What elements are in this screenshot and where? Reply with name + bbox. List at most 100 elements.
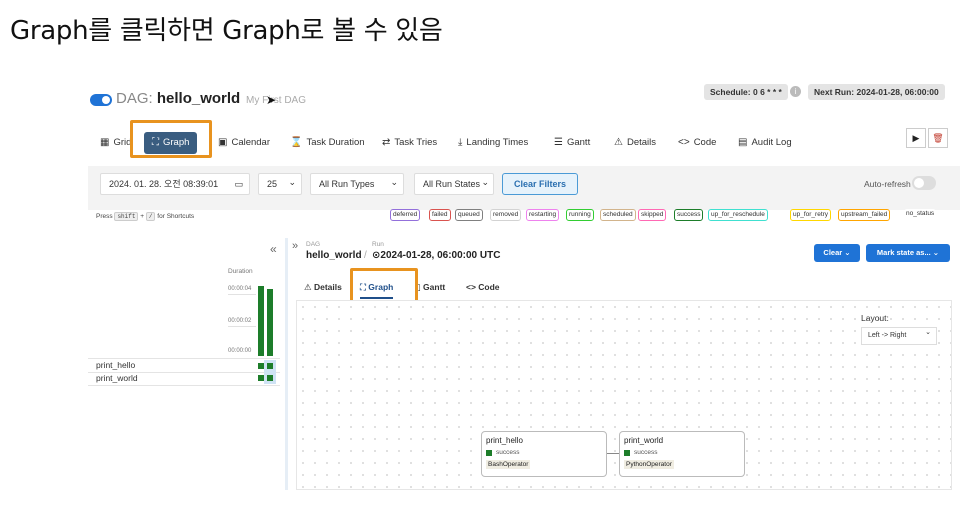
mouse-cursor-icon: ➤ [266, 93, 277, 107]
gantt-icon: ☰ [554, 137, 563, 148]
shortcut-key-slash: / [145, 212, 156, 221]
state-chip-no-status[interactable]: no_status [904, 209, 937, 221]
duration-tick: 00:00:04 [228, 286, 252, 292]
clear-filters-button[interactable]: Clear Filters [502, 173, 578, 195]
task-node-print-hello[interactable]: print_hello success BashOperator [481, 431, 607, 477]
delete-dag-button[interactable]: 🗑 [928, 128, 948, 148]
row-divider [88, 358, 280, 359]
tab-label: Calendar [231, 137, 271, 148]
tab-audit-log[interactable]: ▤ Audit Log [734, 132, 796, 154]
code-icon: <> [678, 137, 690, 148]
subtab-details[interactable]: ⚠ Details [304, 282, 342, 293]
chevron-down-icon: ⌄ [390, 177, 398, 187]
shortcut-press: Press [96, 213, 113, 220]
dag-label: DAG: [116, 90, 153, 107]
collapse-panel-icon[interactable]: « [270, 242, 277, 256]
task-name-print-world[interactable]: print_world [96, 373, 138, 383]
expand-panel-icon[interactable]: » [292, 240, 298, 252]
shortcut-key-shift: shift [114, 212, 139, 221]
airflow-app: DAG: hello_world My First DAG ➤ Schedule… [88, 78, 960, 490]
node-status-square [486, 450, 492, 456]
breadcrumb-run-label: Run [372, 241, 384, 248]
landing-icon: ⤓ [458, 137, 463, 148]
tab-label: Details [626, 137, 657, 148]
state-chip-restarting[interactable]: restarting [526, 209, 560, 221]
auto-refresh-label: Auto-refresh [864, 179, 911, 189]
state-chip-scheduled[interactable]: scheduled [600, 209, 636, 221]
tab-task-tries[interactable]: ⇄ Task Tries [378, 132, 441, 154]
breadcrumb-dag[interactable]: hello_world [306, 250, 362, 261]
dag-title: DAG: hello_world [116, 90, 240, 107]
task-instance-square[interactable] [258, 375, 264, 381]
run-type-select[interactable]: All Run Types ⌄ [310, 173, 404, 195]
grid-icon: ▦ [100, 137, 110, 148]
breadcrumb-dag-label: DAG [306, 241, 321, 248]
node-task-name: print_hello [486, 436, 523, 445]
state-chip-queued[interactable]: queued [455, 209, 483, 221]
row-divider [88, 385, 280, 386]
tab-gantt[interactable]: ☰ Gantt [550, 132, 594, 154]
num-runs-value: 25 [267, 179, 278, 189]
clear-button[interactable]: Clear ⌄ [814, 244, 860, 262]
state-chip-removed[interactable]: removed [490, 209, 522, 221]
info-icon[interactable]: i [790, 86, 801, 97]
task-instance-square[interactable] [258, 363, 264, 369]
next-run-badge: Next Run: 2024-01-28, 06:00:00 [808, 84, 945, 100]
run-duration-bars [256, 282, 280, 356]
shortcut-text: for Shortcuts [157, 213, 195, 220]
tab-label: Code [693, 137, 717, 148]
state-chip-deferred[interactable]: deferred [390, 209, 421, 221]
tab-code[interactable]: <> Code [674, 132, 720, 154]
tab-label: Grid [113, 137, 132, 148]
run-type-value: All Run Types [319, 179, 375, 189]
auto-refresh-toggle[interactable] [912, 176, 936, 190]
graph-canvas[interactable]: Layout: Left -> Right ⌄ print_hello succ… [296, 300, 952, 490]
schedule-badge: Schedule: 0 6 * * * [704, 84, 788, 100]
tab-details[interactable]: ⚠ Details [610, 132, 660, 154]
tab-label: Gantt [566, 137, 591, 148]
shortcut-plus: + [140, 213, 145, 220]
state-chip-success[interactable]: success [674, 209, 704, 221]
state-chip-up-for-reschedule[interactable]: up_for_reschedule [708, 209, 768, 221]
duration-tick: 00:00:00 [228, 348, 252, 354]
tab-landing-times[interactable]: ⤓ Landing Times [454, 132, 532, 154]
task-node-print-world[interactable]: print_world success PythonOperator [619, 431, 745, 477]
subtab-code[interactable]: <> Code [466, 282, 500, 292]
base-date-value: 2024. 01. 28. 오전 08:39:01 [109, 179, 219, 189]
state-chip-up-for-retry[interactable]: up_for_retry [790, 209, 832, 221]
run-duration-bar[interactable] [258, 286, 264, 356]
mark-state-button[interactable]: Mark state as... ⌄ [866, 244, 950, 262]
tab-label: Task Duration [306, 137, 365, 148]
tutorial-caption: Graph를 클릭하면 Graph로 볼 수 있음 [10, 16, 443, 46]
layout-select[interactable]: Left -> Right ⌄ [861, 327, 937, 345]
trigger-dag-button[interactable]: ▶ [906, 128, 926, 148]
calendar-picker-icon[interactable]: ▭ [234, 174, 243, 194]
run-duration-bar[interactable] [267, 289, 273, 356]
breadcrumb-run[interactable]: ⊙2024-01-28, 06:00:00 UTC [372, 250, 500, 261]
node-operator: PythonOperator [624, 460, 674, 469]
node-state: success [634, 449, 658, 456]
state-chip-skipped[interactable]: skipped [638, 209, 667, 221]
num-runs-select[interactable]: 25 ⌄ [258, 173, 302, 195]
base-date-input[interactable]: 2024. 01. 28. 오전 08:39:01 ▭ [100, 173, 250, 195]
tab-calendar[interactable]: ▣ Calendar [214, 132, 274, 154]
file-icon: ▤ [738, 137, 748, 148]
tab-task-duration[interactable]: ⌛ Task Duration [286, 132, 369, 154]
warning-icon: ⚠ [614, 137, 623, 148]
task-name-print-hello[interactable]: print_hello [96, 360, 135, 370]
chevron-down-icon: ⌄ [481, 177, 489, 187]
state-chip-failed[interactable]: failed [429, 209, 451, 221]
dag-name: hello_world [156, 90, 241, 107]
task-instance-square[interactable] [267, 375, 273, 381]
subtab-gantt[interactable]: ▯ Gantt [416, 282, 445, 293]
dag-pause-toggle[interactable] [90, 94, 112, 106]
state-chip-upstream-failed[interactable]: upstream_failed [838, 209, 891, 221]
node-state: success [496, 449, 520, 456]
calendar-icon: ▣ [218, 137, 228, 148]
task-instance-square[interactable] [267, 363, 273, 369]
retry-icon: ⇄ [382, 137, 391, 148]
run-state-select[interactable]: All Run States ⌄ [414, 173, 494, 195]
node-task-name: print_world [624, 436, 664, 445]
state-chip-running[interactable]: running [566, 209, 594, 221]
breadcrumb-separator: / [364, 250, 367, 261]
